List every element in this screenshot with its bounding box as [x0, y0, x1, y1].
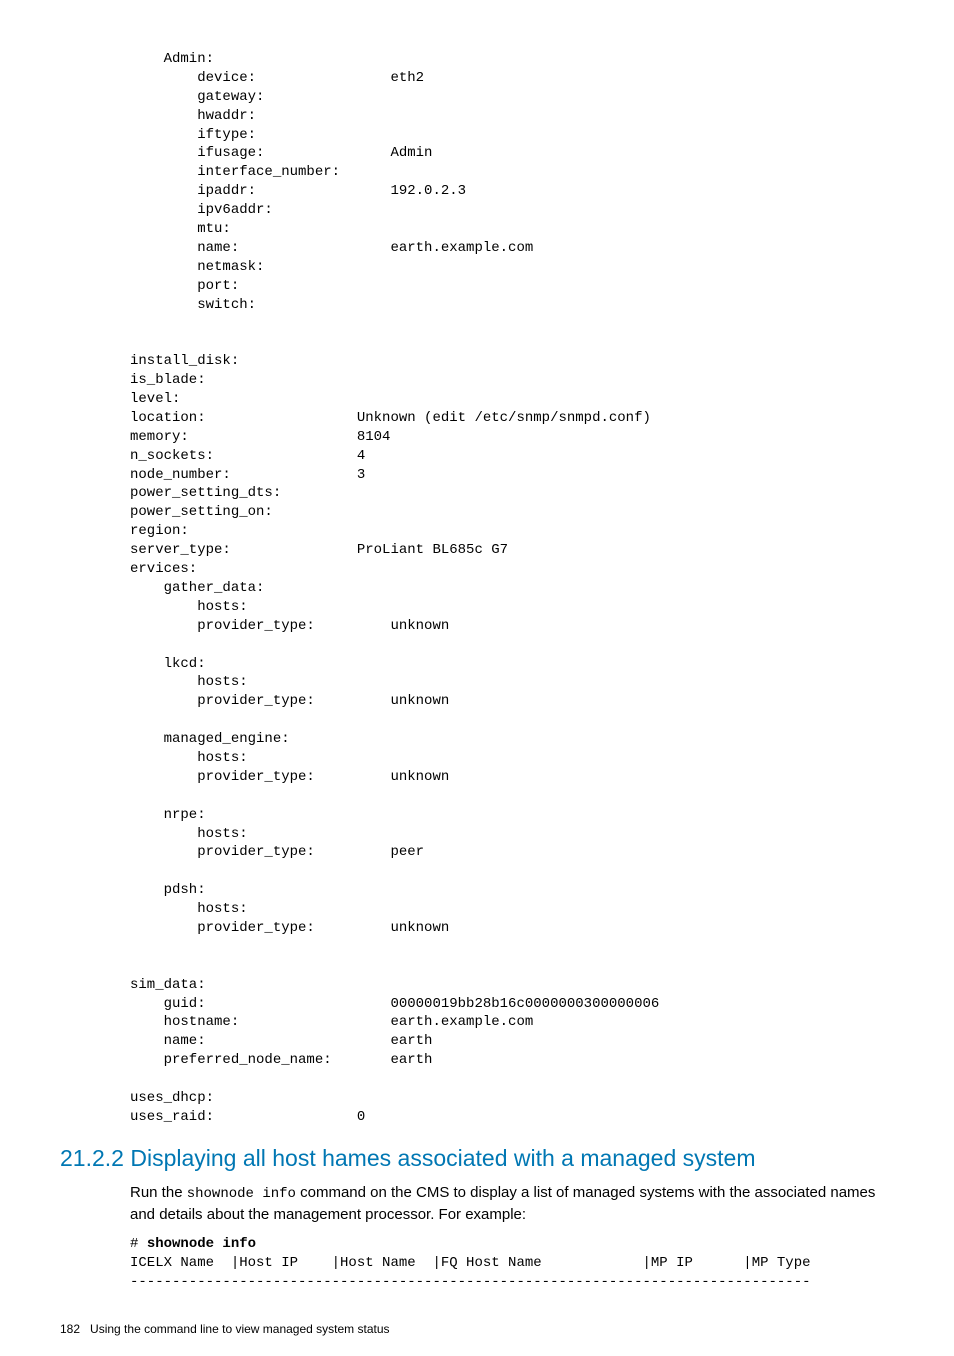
config-output-block: Admin: device: eth2 gateway: hwaddr: ift… [130, 50, 894, 1127]
example-header: ICELX Name |Host IP |Host Name |FQ Host … [130, 1255, 811, 1271]
example-block: # shownode info ICELX Name |Host IP |Hos… [130, 1235, 894, 1292]
example-command: shownode info [147, 1236, 256, 1252]
example-separator: ----------------------------------------… [130, 1274, 811, 1290]
example-prompt: # [130, 1236, 147, 1252]
footer-title: Using the command line to view managed s… [90, 1322, 389, 1336]
paragraph-command: shownode info [187, 1186, 296, 1202]
page-footer: 182 Using the command line to view manag… [60, 1322, 894, 1336]
section-number: 21.2.2 [60, 1145, 124, 1171]
section-paragraph: Run the shownode info command on the CMS… [130, 1182, 894, 1226]
section-title: Displaying all host hames associated wit… [130, 1145, 755, 1171]
paragraph-prefix: Run the [130, 1184, 187, 1201]
page-number: 182 [60, 1322, 80, 1336]
section-heading: 21.2.2 Displaying all host hames associa… [60, 1145, 894, 1172]
